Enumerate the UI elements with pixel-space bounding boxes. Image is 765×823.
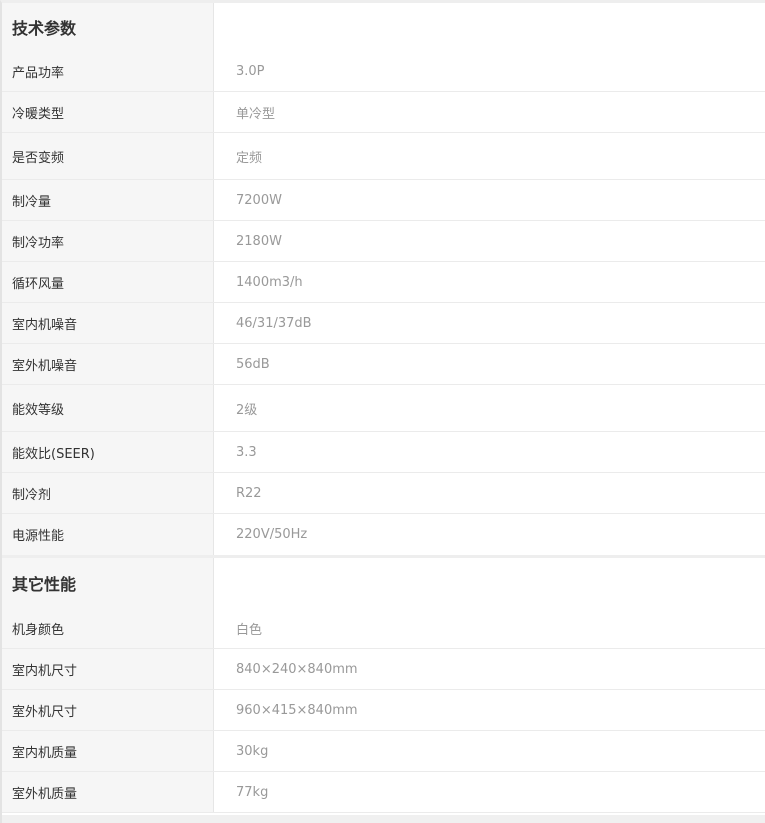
table-row: 制冷量 7200W bbox=[2, 180, 765, 221]
row-label: 室内机噪音 bbox=[2, 303, 214, 343]
section-title: 技术参数 bbox=[2, 3, 214, 51]
table-row: 室内机噪音 46/31/37dB bbox=[2, 303, 765, 344]
table-row: 循环风量 1400m3/h bbox=[2, 262, 765, 303]
row-label: 制冷剂 bbox=[2, 473, 214, 513]
section-header-spacer bbox=[214, 558, 765, 608]
table-row: 制冷功率 2180W bbox=[2, 221, 765, 262]
table-row: 制冷剂 R22 bbox=[2, 473, 765, 514]
table-row: 能效等级 2级 bbox=[2, 385, 765, 432]
table-row: 室内机质量 30kg bbox=[2, 731, 765, 772]
row-value: 46/31/37dB bbox=[214, 303, 765, 343]
row-value: 2180W bbox=[214, 221, 765, 261]
row-label: 室外机噪音 bbox=[2, 344, 214, 384]
row-value: 960×415×840mm bbox=[214, 690, 765, 730]
section-header-tech-params: 技术参数 bbox=[2, 3, 765, 51]
table-row: 冷暖类型 单冷型 bbox=[2, 92, 765, 133]
row-label: 室内机质量 bbox=[2, 731, 214, 771]
row-label: 室内机尺寸 bbox=[2, 649, 214, 689]
section-header-other-features: 其它性能 bbox=[2, 558, 765, 608]
table-row: 室内机尺寸 840×240×840mm bbox=[2, 649, 765, 690]
row-label: 能效等级 bbox=[2, 385, 214, 431]
table-row: 室外机尺寸 960×415×840mm bbox=[2, 690, 765, 731]
bottom-border bbox=[2, 815, 765, 823]
row-value: 3.0P bbox=[214, 51, 765, 91]
row-label: 冷暖类型 bbox=[2, 92, 214, 132]
row-value: 7200W bbox=[214, 180, 765, 220]
row-label: 是否变频 bbox=[2, 133, 214, 179]
row-label: 产品功率 bbox=[2, 51, 214, 91]
table-row: 电源性能 220V/50Hz bbox=[2, 514, 765, 555]
row-value: 30kg bbox=[214, 731, 765, 771]
row-value: R22 bbox=[214, 473, 765, 513]
row-label: 电源性能 bbox=[2, 514, 214, 555]
row-label: 制冷功率 bbox=[2, 221, 214, 261]
row-label: 制冷量 bbox=[2, 180, 214, 220]
row-value: 220V/50Hz bbox=[214, 514, 765, 555]
row-value: 白色 bbox=[214, 608, 765, 648]
table-row: 是否变频 定频 bbox=[2, 133, 765, 180]
row-label: 室外机质量 bbox=[2, 772, 214, 812]
spec-table: 技术参数 产品功率 3.0P 冷暖类型 单冷型 是否变频 定频 制冷量 7200… bbox=[0, 0, 765, 823]
table-row: 产品功率 3.0P bbox=[2, 51, 765, 92]
table-row: 能效比(SEER) 3.3 bbox=[2, 432, 765, 473]
row-label: 能效比(SEER) bbox=[2, 432, 214, 472]
row-value: 2级 bbox=[214, 385, 765, 431]
row-value: 1400m3/h bbox=[214, 262, 765, 302]
table-row: 室外机噪音 56dB bbox=[2, 344, 765, 385]
row-label: 室外机尺寸 bbox=[2, 690, 214, 730]
table-row: 机身颜色 白色 bbox=[2, 608, 765, 649]
row-value: 单冷型 bbox=[214, 92, 765, 132]
section-header-spacer bbox=[214, 3, 765, 51]
row-value: 77kg bbox=[214, 772, 765, 812]
row-value: 56dB bbox=[214, 344, 765, 384]
row-label: 机身颜色 bbox=[2, 608, 214, 648]
row-value: 定频 bbox=[214, 133, 765, 179]
row-value: 3.3 bbox=[214, 432, 765, 472]
row-value: 840×240×840mm bbox=[214, 649, 765, 689]
row-label: 循环风量 bbox=[2, 262, 214, 302]
table-row: 室外机质量 77kg bbox=[2, 772, 765, 813]
section-title: 其它性能 bbox=[2, 558, 214, 608]
